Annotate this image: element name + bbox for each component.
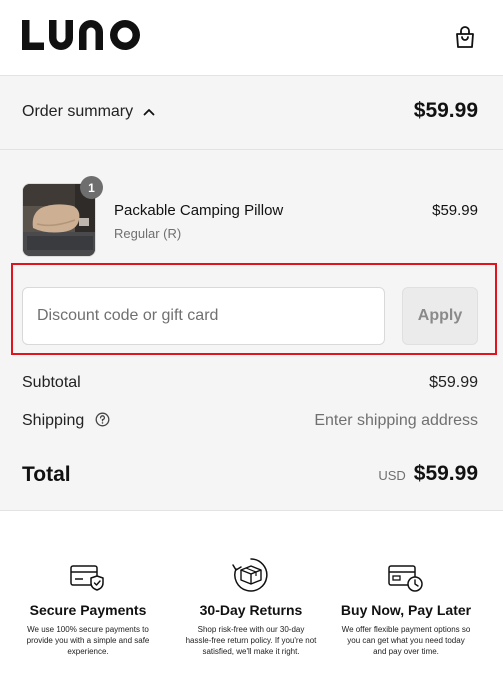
currency-code: USD	[378, 468, 406, 483]
order-summary-label-group: Order summary	[22, 103, 155, 121]
luno-logo[interactable]	[22, 20, 140, 55]
total-label: Total	[22, 463, 71, 486]
trust-text: We offer flexible payment options so you…	[341, 625, 471, 656]
help-circle-icon[interactable]	[95, 412, 110, 427]
quantity-badge: 1	[80, 176, 103, 199]
trust-text: Shop risk-free with our 30-day hassle-fr…	[185, 625, 317, 656]
box-return-icon	[232, 558, 268, 592]
cart-button[interactable]	[452, 24, 478, 50]
order-summary-toggle[interactable]: Order summary $59.99	[0, 76, 503, 150]
apply-discount-button[interactable]: Apply	[402, 287, 478, 345]
trust-badge-pay-later: Buy Now, Pay Later We offer flexible pay…	[322, 556, 490, 657]
trust-title: 30-Day Returns	[199, 602, 303, 618]
trust-icon-wrapper	[322, 556, 490, 594]
subtotal-value: $59.99	[429, 374, 478, 391]
chevron-up-icon	[143, 109, 155, 116]
site-header	[0, 0, 503, 76]
credit-card-shield-icon	[70, 565, 104, 591]
shopping-bag-icon	[456, 26, 474, 48]
trust-title: Buy Now, Pay Later	[340, 602, 472, 618]
product-name: Packable Camping Pillow	[114, 202, 284, 219]
product-price: $59.99	[432, 202, 478, 219]
discount-code-input[interactable]	[22, 287, 385, 345]
shipping-label-group: Shipping	[22, 412, 110, 430]
total-amount: $59.99	[413, 462, 478, 485]
order-summary-label: Order summary	[22, 103, 134, 120]
shipping-label: Shipping	[22, 412, 85, 429]
trust-badge-returns: 30-Day Returns Shop risk-free with our 3…	[167, 556, 335, 657]
trust-text: We use 100% secure payments to provide y…	[26, 625, 150, 656]
luno-logo-mark	[22, 20, 140, 50]
order-summary-panel: 1 Packable Camping Pillow Regular (R) $5…	[0, 150, 503, 511]
trust-icon-wrapper	[167, 556, 335, 594]
subtotal-label: Subtotal	[22, 374, 81, 391]
total-value-group: USD $59.99	[378, 462, 478, 486]
product-variant: Regular (R)	[114, 226, 182, 241]
order-summary-total: $59.99	[413, 99, 478, 122]
trust-title: Secure Payments	[29, 602, 147, 618]
trust-badge-secure-payments: Secure Payments We use 100% secure payme…	[4, 556, 172, 657]
shipping-value: Enter shipping address	[314, 412, 478, 429]
trust-icon-wrapper	[4, 556, 172, 594]
card-clock-icon	[388, 565, 423, 592]
